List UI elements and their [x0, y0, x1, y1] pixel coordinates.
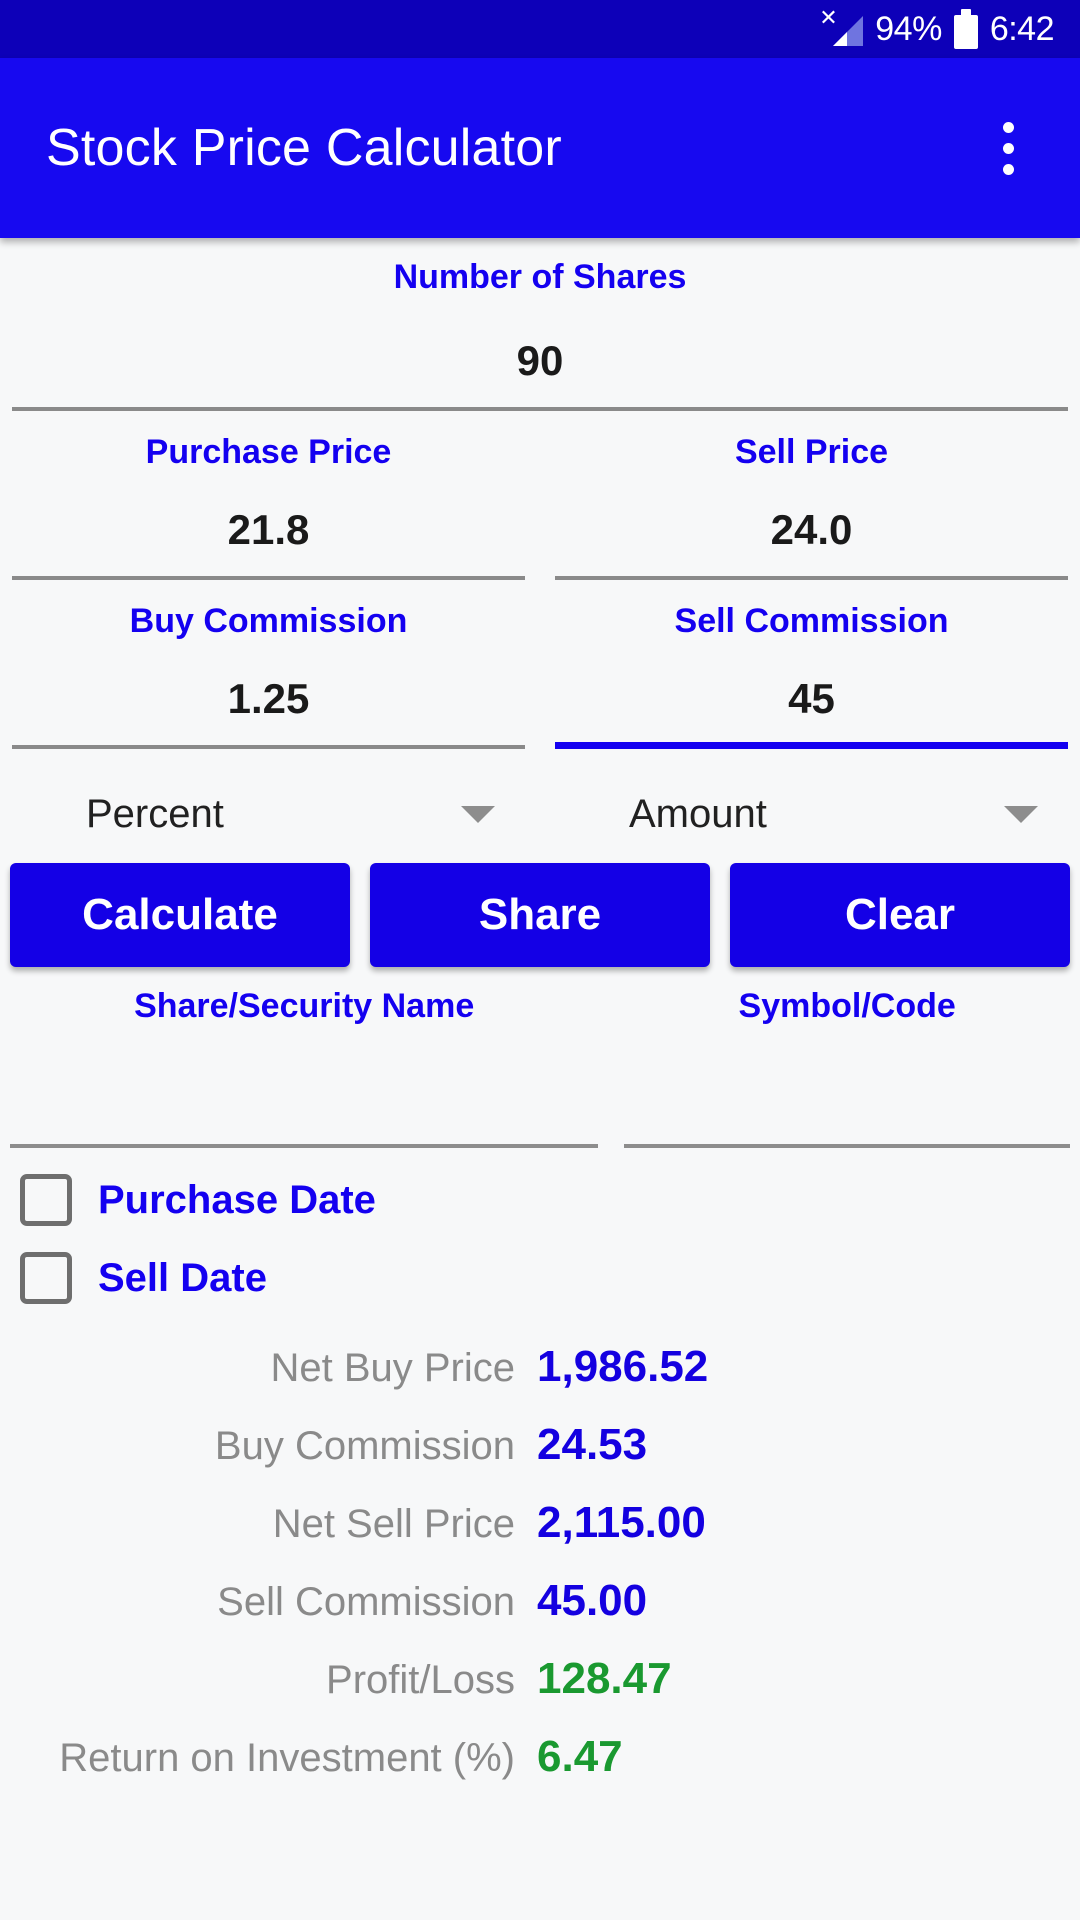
result-label: Sell Commission: [217, 1580, 515, 1624]
no-signal-icon: ✕: [819, 7, 864, 50]
symbol-code-group: Symbol/Code: [624, 983, 1070, 1148]
security-name-label: Share/Security Name: [134, 987, 475, 1025]
purchase-price-group: Purchase Price 21.8: [12, 411, 525, 580]
sell-date-checkbox[interactable]: [20, 1252, 72, 1304]
app-title: Stock Price Calculator: [46, 119, 562, 177]
chevron-down-icon: [461, 805, 495, 823]
result-row: Sell Commission 45.00: [0, 1576, 1080, 1626]
security-name-group: Share/Security Name: [10, 983, 599, 1148]
result-label: Net Buy Price: [270, 1346, 515, 1390]
app-bar: Stock Price Calculator: [0, 58, 1080, 238]
purchase-date-checkbox-row[interactable]: Purchase Date: [0, 1174, 1080, 1226]
sell-price-input[interactable]: 24.0: [555, 506, 1068, 554]
sell-commission-label: Sell Commission: [674, 602, 949, 640]
security-row: Share/Security Name Symbol/Code: [0, 983, 1080, 1148]
result-row: Return on Investment (%) 6.47: [0, 1732, 1080, 1782]
sell-date-checkbox-row[interactable]: Sell Date: [0, 1252, 1080, 1304]
commission-row: Buy Commission 1.25 Sell Commission 45: [0, 580, 1080, 749]
security-name-underline: [10, 1144, 599, 1148]
sell-commission-underline-focused: [555, 742, 1068, 749]
price-row: Purchase Price 21.8 Sell Price 24.0: [0, 411, 1080, 580]
sell-commission-type-spinner[interactable]: Amount: [555, 775, 1068, 853]
result-value: 6.47: [537, 1732, 623, 1781]
battery-icon: [953, 9, 978, 49]
result-label: Return on Investment (%): [59, 1736, 515, 1780]
security-name-input[interactable]: [10, 1026, 598, 1122]
symbol-code-input[interactable]: [624, 1026, 1070, 1122]
buy-commission-input[interactable]: 1.25: [12, 675, 525, 723]
calculate-button[interactable]: Calculate: [10, 863, 350, 967]
result-label: Profit/Loss: [326, 1658, 515, 1702]
sell-commission-input[interactable]: 45: [555, 675, 1068, 723]
status-bar-right: ✕ 94% 6:42: [819, 7, 1055, 50]
symbol-code-underline: [624, 1144, 1070, 1148]
share-button[interactable]: Share: [370, 863, 710, 967]
shares-label: Number of Shares: [393, 258, 687, 296]
purchase-date-label: Purchase Date: [98, 1177, 376, 1222]
sell-price-group: Sell Price 24.0: [555, 411, 1068, 580]
status-clock: 6:42: [989, 9, 1055, 48]
purchase-price-label: Purchase Price: [145, 433, 392, 471]
result-value: 2,115.00: [537, 1498, 706, 1547]
sell-date-label: Sell Date: [98, 1255, 267, 1300]
result-value: 45.00: [537, 1576, 648, 1625]
result-value: 24.53: [537, 1420, 648, 1469]
purchase-price-input[interactable]: 21.8: [12, 506, 525, 554]
sell-price-label: Sell Price: [734, 433, 889, 471]
result-row: Net Sell Price 2,115.00: [0, 1498, 1080, 1548]
result-label: Buy Commission: [214, 1424, 515, 1468]
action-button-row: Calculate Share Clear: [0, 863, 1080, 967]
buy-commission-type-spinner[interactable]: Percent: [12, 775, 525, 853]
result-label: Net Sell Price: [272, 1502, 515, 1546]
purchase-date-checkbox[interactable]: [20, 1174, 72, 1226]
status-bar: ✕ 94% 6:42: [0, 0, 1080, 58]
buy-commission-type-value: Percent: [86, 791, 224, 836]
symbol-code-label: Symbol/Code: [738, 987, 956, 1025]
clear-button[interactable]: Clear: [730, 863, 1070, 967]
main-content: Number of Shares 90 Purchase Price 21.8 …: [0, 258, 1080, 1782]
chevron-down-icon: [1004, 805, 1038, 823]
buy-commission-group: Buy Commission 1.25: [12, 580, 525, 749]
commission-type-row: Percent Amount: [0, 775, 1080, 853]
result-value: 128.47: [537, 1654, 672, 1703]
shares-field-group: Number of Shares 90: [0, 258, 1080, 411]
shares-input[interactable]: 90: [12, 337, 1068, 385]
battery-percent-label: 94%: [875, 9, 942, 48]
result-row: Profit/Loss 128.47: [0, 1654, 1080, 1704]
results-section: Net Buy Price 1,986.52 Buy Commission 24…: [0, 1342, 1080, 1782]
result-value: 1,986.52: [537, 1342, 709, 1391]
more-vertical-icon[interactable]: [970, 105, 1046, 191]
result-row: Net Buy Price 1,986.52: [0, 1342, 1080, 1392]
buy-commission-underline: [12, 745, 525, 749]
buy-commission-label: Buy Commission: [129, 602, 408, 640]
sell-commission-type-value: Amount: [629, 791, 767, 836]
result-row: Buy Commission 24.53: [0, 1420, 1080, 1470]
sell-commission-group: Sell Commission 45: [555, 580, 1068, 749]
